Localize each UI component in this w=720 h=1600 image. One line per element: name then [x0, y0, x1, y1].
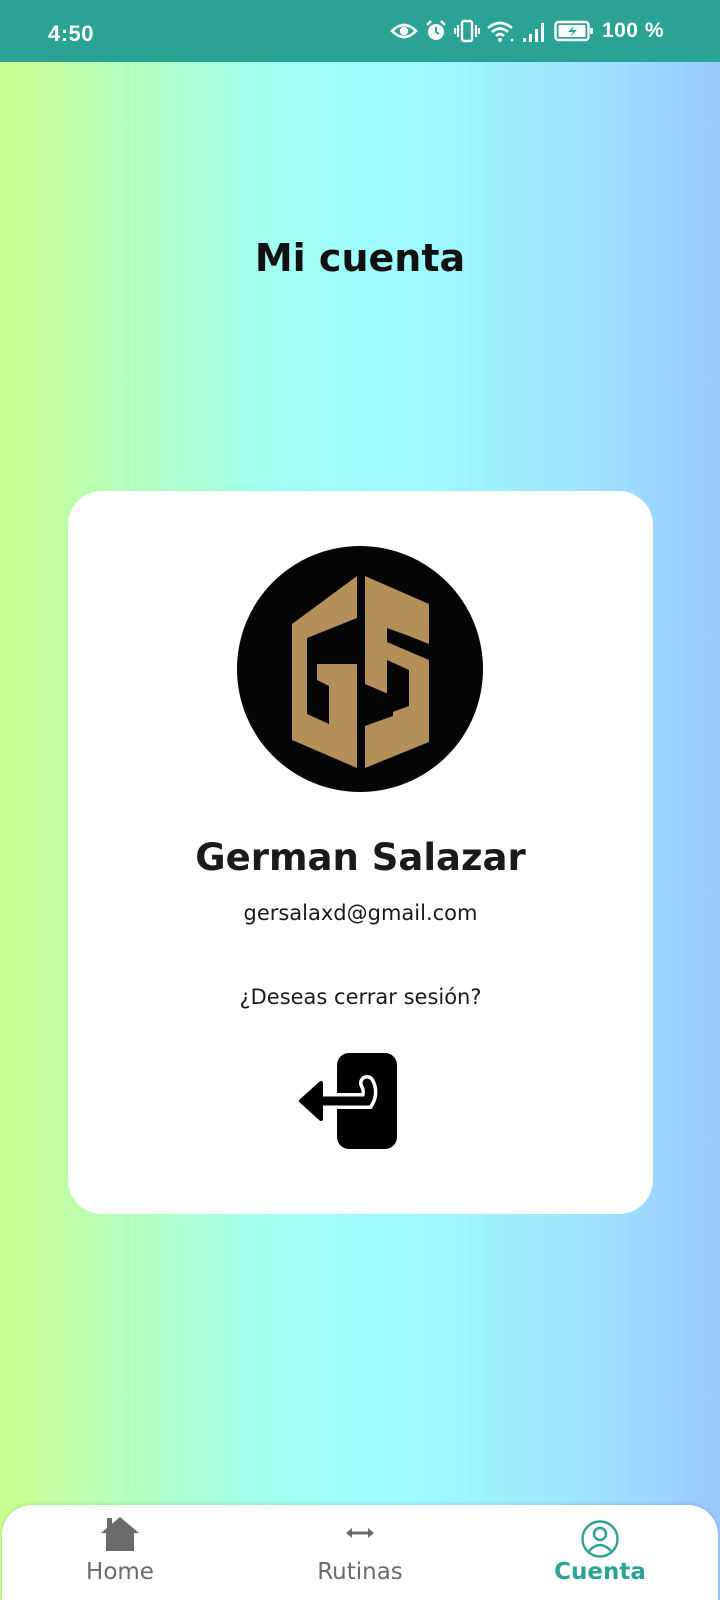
- status-icons: 100 %: [390, 0, 664, 62]
- bottom-nav: Home Rutinas Cuenta: [2, 1505, 718, 1600]
- avatar: [237, 546, 483, 792]
- signal-icon: [522, 19, 548, 43]
- nav-label-home: Home: [86, 1559, 154, 1585]
- account-icon: [580, 1519, 620, 1563]
- vibrate-icon: [453, 19, 480, 43]
- logout-prompt: ¿Deseas cerrar sesión?: [239, 985, 482, 1009]
- gs-logo-icon: [292, 576, 429, 768]
- eye-icon: [390, 21, 418, 41]
- nav-item-home[interactable]: Home: [20, 1505, 220, 1600]
- nav-item-rutinas[interactable]: Rutinas: [260, 1505, 460, 1600]
- battery-percent: 100 %: [601, 19, 664, 42]
- alarm-icon: [424, 19, 448, 43]
- logout-icon: [299, 1053, 397, 1149]
- profile-card: German Salazar gersalaxd@gmail.com ¿Dese…: [68, 491, 653, 1214]
- battery-icon: [554, 19, 594, 43]
- status-time: 4:50: [48, 21, 95, 46]
- logout-button[interactable]: [297, 1051, 409, 1151]
- page-title: Mi cuenta: [254, 236, 466, 280]
- wifi-icon: [486, 19, 516, 43]
- nav-item-cuenta[interactable]: Cuenta: [500, 1505, 700, 1600]
- nav-label-cuenta: Cuenta: [554, 1559, 646, 1585]
- status-bar: 4:50 100 %: [0, 0, 720, 62]
- profile-name: German Salazar: [195, 836, 526, 879]
- profile-email: gersalaxd@gmail.com: [243, 901, 478, 925]
- home-icon: [99, 1515, 141, 1557]
- dumbbell-icon: [344, 1525, 376, 1545]
- nav-label-rutinas: Rutinas: [317, 1559, 403, 1585]
